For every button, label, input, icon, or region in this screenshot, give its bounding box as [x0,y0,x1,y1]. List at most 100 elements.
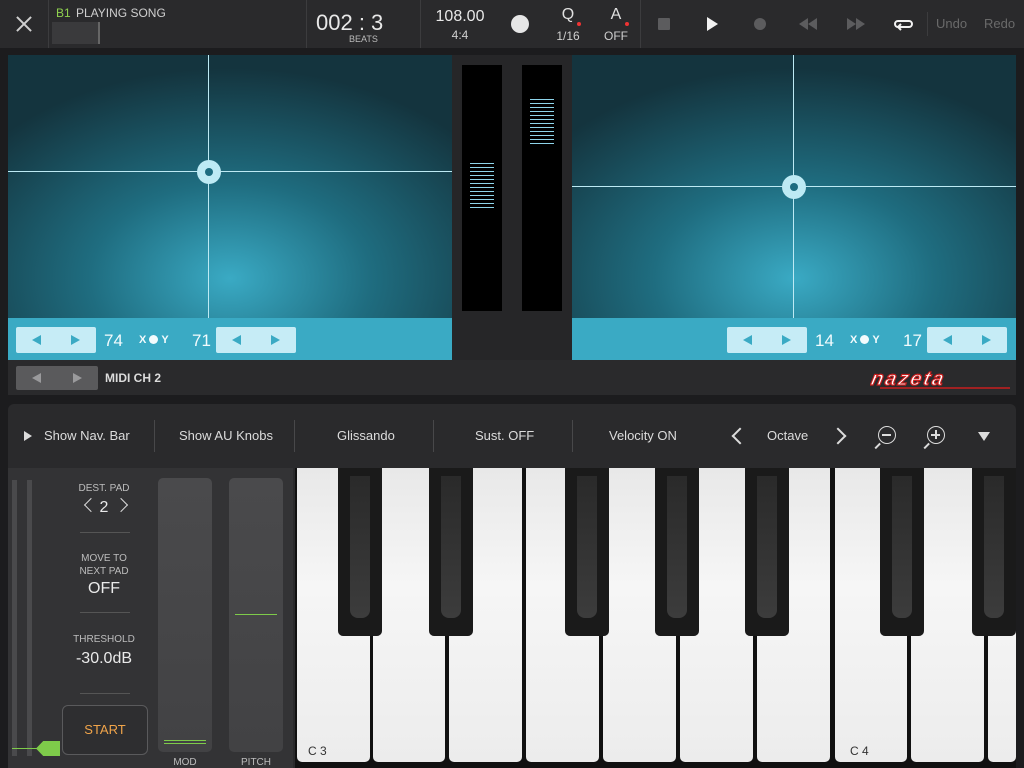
sustain-button[interactable]: Sust. OFF [475,428,534,443]
play-small-icon [24,431,32,441]
right-x-stepper[interactable] [727,327,807,353]
swap-dot-icon [860,335,870,344]
divider [640,0,641,48]
xy-handle-right[interactable] [782,175,806,199]
divider [306,0,307,48]
left-y-stepper[interactable] [216,327,296,353]
xy-handle-left[interactable] [197,160,221,184]
tempo-value[interactable]: 108.00 [428,8,492,26]
divider [48,0,49,48]
left-y-cc-value: 71 [192,331,211,350]
close-button[interactable] [0,0,48,48]
xy-pad-right[interactable] [572,55,1016,318]
black-key[interactable] [429,468,473,636]
mod-wheel[interactable] [158,478,212,752]
divider [80,532,130,533]
zoom-in-icon[interactable] [927,426,945,444]
key-label-c3: C 3 [308,744,327,758]
mod-wheel-position [164,743,206,744]
velocity-button[interactable]: Velocity ON [609,428,677,443]
meter-base [452,318,572,360]
dest-pad-value: 2 [99,499,109,516]
black-key[interactable] [565,468,609,636]
divider [572,420,573,452]
arrow-right-icon[interactable] [982,335,991,345]
zoom-out-icon[interactable] [878,426,896,444]
redo-button[interactable]: Redo [984,16,1015,31]
quantize-value[interactable]: 1/16 [552,29,584,43]
pitch-label: PITCH [241,757,271,768]
rewind-button[interactable] [796,12,820,36]
divider [927,12,928,36]
divider [154,420,155,452]
crosshair-horizontal [8,171,452,172]
xy-swap-label[interactable]: XY [139,334,169,346]
xy-swap-label[interactable]: XY [850,334,880,346]
stop-button[interactable] [652,12,676,36]
level-meters [452,55,572,318]
arrow-left-icon[interactable] [32,373,41,383]
auto-indicator-dot [625,22,629,26]
fast-forward-button[interactable] [844,12,868,36]
metronome-button[interactable] [511,15,529,33]
arrow-left-icon[interactable] [743,335,752,345]
divider [420,0,421,48]
left-x-stepper[interactable] [16,327,96,353]
arrow-left-icon[interactable] [32,335,41,345]
arrow-right-icon[interactable] [73,373,82,383]
arrow-right-icon[interactable] [271,335,280,345]
threshold-value[interactable]: -30.0dB [58,650,150,668]
position-unit-label: BEATS [349,34,378,44]
black-key[interactable] [972,468,1016,636]
song-position[interactable]: 002 : 3 [316,10,383,36]
keyboard-toolbar: Show Nav. Bar Show AU Knobs Glissando Su… [8,404,1016,468]
octave-up-icon[interactable] [829,427,847,445]
arrow-right-icon[interactable] [71,335,80,345]
quantize-label[interactable]: Q [556,6,580,24]
song-id: B1 [56,6,71,20]
dest-pad-label: DEST. PAD [78,483,130,494]
song-thumbnail [52,22,100,44]
time-signature[interactable]: 4:4 [428,28,492,42]
show-nav-bar-button[interactable]: Show Nav. Bar [44,428,130,443]
arrow-right-icon[interactable] [782,335,791,345]
arrow-left-icon[interactable] [232,335,241,345]
divider [80,693,130,694]
play-button[interactable] [700,12,724,36]
black-key[interactable] [655,468,699,636]
meter-bars [530,99,554,147]
zoom-in-handle [923,442,930,449]
midi-channel-bar: MIDI CH 2 nazeta [8,360,1016,395]
move-to-next-pad-toggle[interactable]: OFF [58,580,150,598]
midi-channel-stepper[interactable] [16,366,98,390]
start-button[interactable]: START [62,705,148,755]
mod-wheel-position [164,740,206,741]
black-key[interactable] [880,468,924,636]
pitch-wheel[interactable] [229,478,283,752]
input-level-track [12,480,17,756]
divider [294,420,295,452]
collapse-panel-icon[interactable] [978,432,990,441]
arrow-left-icon[interactable] [943,335,952,345]
meter-bars [470,163,494,211]
right-y-cc-value: 17 [903,331,922,350]
threshold-handle[interactable] [36,741,60,756]
song-selector[interactable]: B1 PLAYING SONG [52,4,302,44]
divider [433,420,434,452]
black-key[interactable] [745,468,789,636]
octave-down-icon[interactable] [731,427,749,445]
pitch-wheel-position [235,614,277,615]
svg-text:nazeta: nazeta [870,368,948,390]
record-button[interactable] [748,12,772,36]
right-y-stepper[interactable] [927,327,1007,353]
threshold-line [12,748,38,749]
auto-label[interactable]: A [604,6,628,24]
loop-button[interactable] [892,12,916,36]
show-au-knobs-button[interactable]: Show AU Knobs [179,428,273,443]
undo-button[interactable]: Undo [936,16,967,31]
glissando-button[interactable]: Glissando [337,428,395,443]
auto-value[interactable]: OFF [600,29,632,43]
xy-pad-left[interactable] [8,55,452,318]
key-label-c4: C 4 [850,744,869,758]
black-key[interactable] [338,468,382,636]
